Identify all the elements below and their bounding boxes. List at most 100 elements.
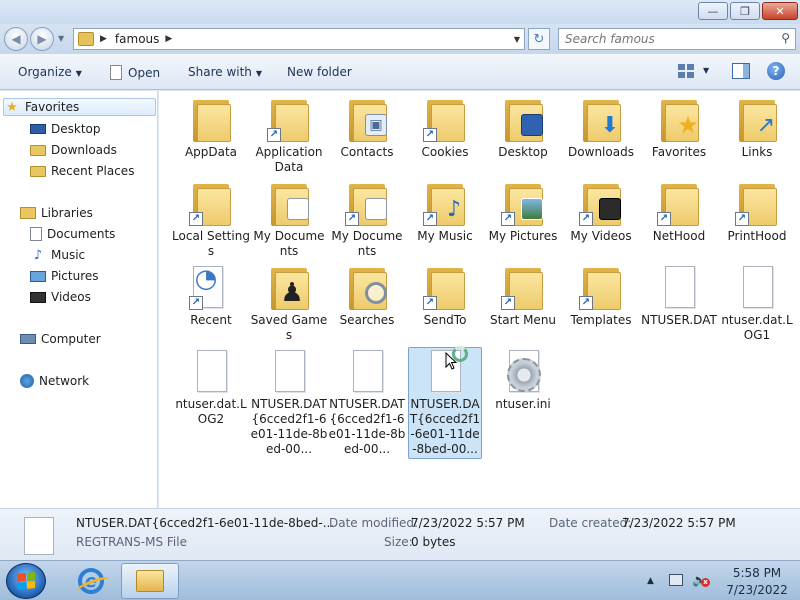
file-item[interactable]: ↗ My Pictures xyxy=(484,180,562,244)
file-item-label: ntuser.dat.LOG1 xyxy=(721,313,793,342)
taskbar-windows-explorer[interactable] xyxy=(121,563,179,599)
file-item[interactable]: ↗ My Documents xyxy=(328,180,406,259)
file-item[interactable]: ▣ Contacts xyxy=(328,96,406,160)
breadcrumb-famous[interactable]: famous xyxy=(115,32,159,46)
search-box[interactable]: ⚲ xyxy=(558,28,796,50)
recent-pages-dropdown-icon[interactable]: ▼ xyxy=(58,34,64,43)
mouse-cursor-icon xyxy=(445,352,457,370)
selected-file-type: REGTRANS-MS File xyxy=(76,535,187,549)
new-folder-button[interactable]: New folder xyxy=(287,65,352,79)
sidebar-item-desktop[interactable]: Desktop xyxy=(30,120,101,138)
file-item[interactable]: ◔ ↗ Recent xyxy=(172,264,250,328)
details-pane: NTUSER.DAT{6cced2f1-6e01-11de-8bed-... R… xyxy=(0,508,800,560)
sidebar-item-label: Music xyxy=(51,248,86,262)
forward-button[interactable]: ▶ xyxy=(30,27,54,51)
file-item-label: Favorites xyxy=(651,145,707,159)
downloads-folder-icon: ⬇ xyxy=(577,96,625,144)
file-item[interactable]: ↗ Local Settings xyxy=(172,180,250,259)
address-history-dropdown-icon[interactable]: ▼ xyxy=(514,35,520,44)
file-item[interactable]: ↗ Cookies xyxy=(406,96,484,160)
file-item-label: My Videos xyxy=(570,229,632,243)
preview-pane-icon[interactable] xyxy=(732,63,750,79)
file-item-label: NTUSER.DAT{6cced2f1-6e01-11de-8bed-00... xyxy=(250,397,328,456)
sidebar-item-label: Network xyxy=(39,374,90,388)
sidebar-item-videos[interactable]: Videos xyxy=(30,288,91,306)
close-button[interactable]: ✕ xyxy=(762,2,798,20)
file-item[interactable]: ♟ Saved Games xyxy=(250,264,328,343)
date-created-value: 7/23/2022 5:57 PM xyxy=(622,516,736,530)
sidebar-item-recent-places[interactable]: Recent Places xyxy=(30,162,134,180)
sidebar-item-pictures[interactable]: Pictures xyxy=(30,267,99,285)
change-view-icon[interactable] xyxy=(678,64,694,78)
file-item[interactable]: ⬇ Downloads xyxy=(562,96,640,160)
file-item[interactable]: NTUSER.DAT{6cced2f1-6e01-11de-8bed-00... xyxy=(250,348,328,457)
file-item[interactable]: ↗ Templates xyxy=(562,264,640,328)
file-item[interactable]: ntuser.ini xyxy=(484,348,562,412)
search-icon[interactable]: ⚲ xyxy=(781,31,790,45)
network-icon xyxy=(20,374,34,388)
file-item[interactable]: ↗ Application Data xyxy=(250,96,328,175)
file-item[interactable]: ↗ Links xyxy=(718,96,796,160)
recent-places-icon xyxy=(30,165,46,177)
file-item[interactable]: ntuser.dat.LOG2 xyxy=(172,348,250,427)
file-item[interactable]: ↗ My Videos xyxy=(562,180,640,244)
folder-icon xyxy=(187,96,235,144)
file-item[interactable]: ↗ SendTo xyxy=(406,264,484,328)
refresh-button[interactable]: ↻ xyxy=(528,28,550,50)
minimize-button[interactable]: — xyxy=(698,2,728,20)
file-item[interactable]: NTUSER.DAT xyxy=(640,264,718,328)
breadcrumb-chevron-icon[interactable]: ▶ xyxy=(165,34,172,44)
file-item[interactable]: ↗ NetHood xyxy=(640,180,718,244)
organize-button[interactable]: Organize ▼ xyxy=(18,65,82,79)
file-item[interactable]: Searches xyxy=(328,264,406,328)
show-hidden-icons-button[interactable]: ▲ xyxy=(647,576,654,586)
clock-date[interactable]: 7/23/2022 xyxy=(718,583,796,597)
share-with-button[interactable]: Share with ▼ xyxy=(188,65,262,79)
help-icon[interactable]: ? xyxy=(767,62,785,80)
search-input[interactable] xyxy=(565,32,765,46)
size-value: 0 bytes xyxy=(411,535,456,549)
clock-time[interactable]: 5:58 PM xyxy=(718,566,796,580)
sidebar-item-computer[interactable]: Computer xyxy=(20,330,101,348)
command-toolbar: Organize ▼ Open Share with ▼ New folder ▼ … xyxy=(0,54,800,90)
network-status-icon[interactable] xyxy=(669,574,683,586)
file-item-label: SendTo xyxy=(423,313,467,327)
file-item-label: Desktop xyxy=(498,145,548,159)
back-button[interactable]: ◀ xyxy=(4,27,28,51)
recent-items-icon: ◔ ↗ xyxy=(187,264,235,312)
window-controls: — ❐ ✕ xyxy=(696,2,798,20)
address-bar[interactable]: ▶ famous ▶ ▼ xyxy=(73,28,525,50)
music-note-icon: ♪ xyxy=(33,247,43,263)
maximize-button[interactable]: ❐ xyxy=(730,2,760,20)
file-item[interactable]: AppData xyxy=(172,96,250,160)
file-item[interactable]: ↗ PrintHood xyxy=(718,180,796,244)
open-button[interactable]: Open xyxy=(110,65,160,80)
sidebar-item-music[interactable]: ♪ Music xyxy=(30,246,85,264)
file-item-label: ntuser.ini xyxy=(495,397,551,411)
file-item-label: Downloads xyxy=(568,145,634,159)
view-options-chevron-icon[interactable]: ▼ xyxy=(703,66,709,75)
file-item[interactable]: Desktop xyxy=(484,96,562,160)
sidebar-item-favorites[interactable]: ★ Favorites xyxy=(3,98,156,116)
file-item[interactable]: My Documents xyxy=(250,180,328,259)
file-item[interactable]: ♪ ↗ My Music xyxy=(406,180,484,244)
breadcrumb-chevron-icon[interactable]: ▶ xyxy=(100,34,107,44)
file-open-icon xyxy=(110,65,122,80)
navigation-bar: ◀ ▶ ▼ ▶ famous ▶ ▼ ↻ ⚲ xyxy=(0,24,800,54)
file-item[interactable]: ↗ Start Menu xyxy=(484,264,562,328)
file-item-label: My Documents xyxy=(253,229,325,258)
file-item-label: My Documents xyxy=(331,229,403,258)
date-modified-label: Date modified: xyxy=(329,516,419,530)
sidebar-item-network[interactable]: Network xyxy=(20,372,89,390)
chevron-down-icon: ▼ xyxy=(75,69,82,78)
sidebar-item-documents[interactable]: Documents xyxy=(30,225,115,243)
start-button[interactable] xyxy=(6,563,46,599)
file-item[interactable]: ★ Favorites xyxy=(640,96,718,160)
sidebar-item-downloads[interactable]: Downloads xyxy=(30,141,117,159)
desktop-icon xyxy=(30,124,46,134)
taskbar-internet-explorer[interactable]: e xyxy=(62,563,120,599)
sidebar-item-libraries[interactable]: Libraries xyxy=(20,204,93,222)
file-item[interactable]: NTUSER.DAT{6cced2f1-6e01-11de-8bed-00... xyxy=(328,348,406,457)
file-item[interactable]: ntuser.dat.LOG1 xyxy=(718,264,796,343)
selected-file-icon xyxy=(24,517,54,555)
